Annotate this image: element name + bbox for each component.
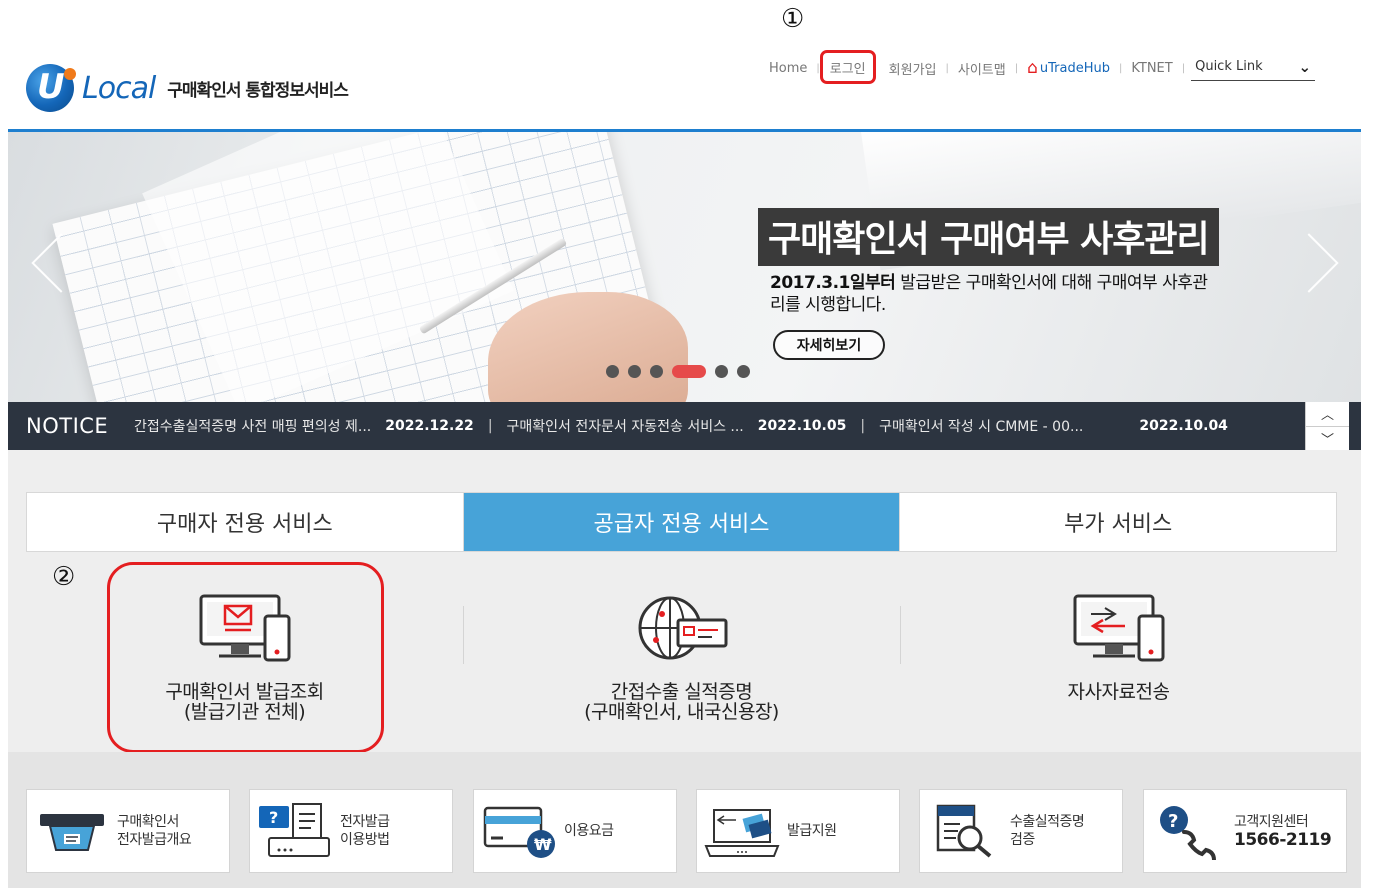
- main-banner: 구매확인서 구매여부 사후관리 2017.3.1일부터 발급받은 구매확인서에 …: [8, 132, 1361, 402]
- banner-next-arrow-icon[interactable]: [1298, 224, 1338, 304]
- slide-indicators: [606, 365, 750, 378]
- banner-desc-date: 2017.3.1일부터: [770, 273, 896, 293]
- slide-dot[interactable]: [628, 365, 641, 378]
- quick-text: 수출실적증명 검증: [1010, 813, 1085, 849]
- highlight-box: [107, 562, 384, 753]
- notice-item-date: 2022.10.05: [757, 418, 847, 434]
- quick-sublabel: 전자발급개요: [117, 832, 192, 848]
- chevron-up-icon[interactable]: ︿: [1306, 402, 1349, 426]
- notice-item-date: 2022.12.22: [385, 418, 474, 434]
- slide-dot[interactable]: [715, 365, 728, 378]
- tab-additional-service[interactable]: 부가 서비스: [900, 493, 1337, 551]
- notice-controls: ︿ ﹀: [1305, 402, 1349, 450]
- site-logo[interactable]: Local 구매확인서 통합정보서비스: [26, 64, 349, 112]
- header: Local 구매확인서 통합정보서비스 ① Home | 로그인 회원가입 | …: [0, 0, 1374, 132]
- service-sublabel: (구매확인서, 내국신용장): [584, 701, 779, 723]
- help-document-icon: ?: [250, 801, 340, 861]
- quick-label: 구매확인서: [117, 814, 179, 830]
- quick-text: 이용요금: [564, 822, 614, 840]
- slide-dot[interactable]: [650, 365, 663, 378]
- notice-item-title[interactable]: 간접수출실적증명 사전 매핑 편의성 제...: [134, 416, 371, 436]
- nav-utradehub-label: uTradeHub: [1039, 60, 1110, 76]
- slide-dot[interactable]: [737, 365, 750, 378]
- notice-items: 간접수출실적증명 사전 매핑 편의성 제... 2022.12.22 | 구매확…: [134, 416, 1228, 436]
- tab-buyer-service[interactable]: 구매자 전용 서비스: [27, 493, 464, 551]
- quick-export-verify[interactable]: 수출실적증명 검증: [919, 789, 1123, 873]
- globe-card-icon: [638, 596, 727, 660]
- nav-signup[interactable]: 회원가입: [880, 59, 946, 78]
- customer-phone-number: 1566-2119: [1234, 830, 1332, 850]
- quick-link-label: Quick Link: [1195, 59, 1263, 74]
- quick-sublabel: 이용방법: [340, 832, 390, 848]
- slide-dot-active[interactable]: [672, 365, 706, 378]
- laptop-transfer-icon: [697, 801, 787, 861]
- banner-title: 구매확인서 구매여부 사후관리: [758, 208, 1219, 266]
- card-terminal-icon: [27, 801, 117, 861]
- notice-bar: NOTICE 간접수출실적증명 사전 매핑 편의성 제... 2022.12.2…: [8, 402, 1361, 450]
- house-icon: ⌂: [1027, 58, 1038, 78]
- svg-text:₩: ₩: [534, 835, 552, 854]
- nav-utradehub[interactable]: ⌂ uTradeHub: [1018, 58, 1119, 78]
- banner-description: 2017.3.1일부터 발급받은 구매확인서에 대해 구매여부 사후관리를 시행…: [770, 272, 1210, 316]
- service-label: 자사자료전송: [1067, 681, 1170, 703]
- notice-item-date: 2022.10.04: [1139, 418, 1228, 434]
- detail-button[interactable]: 자세히보기: [773, 330, 885, 360]
- quick-text: 고객지원센터 1566-2119: [1234, 813, 1332, 850]
- quick-link-select[interactable]: Quick Link ⌄: [1191, 56, 1316, 81]
- logo-subtitle: 구매확인서 통합정보서비스: [167, 80, 349, 101]
- quick-sublabel: 검증: [1010, 832, 1035, 848]
- svg-text:?: ?: [1168, 811, 1178, 832]
- quick-menu: 구매확인서 전자발급개요 ? 전자발급 이용방법 ₩ 이용요금 발급지원 수출실…: [8, 752, 1361, 888]
- chevron-down-icon[interactable]: ﹀: [1306, 425, 1349, 451]
- service-label: 간접수출 실적증명: [610, 681, 753, 703]
- notice-separator: |: [487, 418, 493, 434]
- service-tabs: 구매자 전용 서비스 공급자 전용 서비스 부가 서비스: [26, 492, 1337, 552]
- service-indirect-export[interactable]: 간접수출 실적증명 (구매확인서, 내국신용장): [463, 590, 900, 740]
- quick-usage-method[interactable]: ? 전자발급 이용방법: [249, 789, 453, 873]
- slide-dot[interactable]: [606, 365, 619, 378]
- quick-text: 전자발급 이용방법: [340, 813, 390, 849]
- quick-label: 고객지원센터: [1234, 814, 1309, 830]
- quick-label: 이용요금: [564, 823, 614, 839]
- won-card-icon: ₩: [474, 801, 564, 861]
- chevron-down-icon: ⌄: [1298, 57, 1312, 76]
- notice-item-title[interactable]: 구매확인서 전자문서 자동전송 서비스 ...: [507, 416, 744, 436]
- service-own-data-transfer[interactable]: 자사자료전송: [900, 590, 1337, 740]
- quick-text: 발급지원: [787, 822, 837, 840]
- quick-fees[interactable]: ₩ 이용요금: [473, 789, 677, 873]
- login-highlight: 로그인: [819, 50, 876, 84]
- phone-help-icon: ?: [1144, 801, 1234, 861]
- nav-ktnet[interactable]: KTNET: [1122, 61, 1181, 76]
- nav-sitemap[interactable]: 사이트맵: [949, 59, 1015, 78]
- quick-customer-center[interactable]: ? 고객지원센터 1566-2119: [1143, 789, 1347, 873]
- u-logo-icon: [26, 64, 76, 112]
- quick-label: 발급지원: [787, 823, 837, 839]
- quick-label: 수출실적증명: [1010, 814, 1085, 830]
- banner-prev-arrow-icon[interactable]: [28, 224, 68, 304]
- quick-issue-support[interactable]: 발급지원: [696, 789, 900, 873]
- notice-label: NOTICE: [26, 414, 109, 438]
- nav-separator: |: [1181, 62, 1186, 74]
- quick-text: 구매확인서 전자발급개요: [117, 813, 192, 849]
- monitor-transfer-icon: [1073, 594, 1164, 662]
- nav-home[interactable]: Home: [760, 61, 816, 76]
- annotation-1: ①: [781, 4, 805, 34]
- annotation-2: ②: [52, 562, 76, 592]
- top-nav: Home | 로그인 회원가입 | 사이트맵 | ⌂ uTradeHub | K…: [760, 50, 1316, 84]
- document-search-icon: [920, 801, 1010, 861]
- svg-text:?: ?: [269, 808, 278, 827]
- quick-label: 전자발급: [340, 814, 390, 830]
- tab-supplier-service[interactable]: 공급자 전용 서비스: [463, 493, 901, 551]
- notice-separator: |: [860, 418, 866, 434]
- nav-login[interactable]: 로그인: [830, 58, 866, 77]
- notice-item-title[interactable]: 구매확인서 작성 시 CMME - 00...: [879, 416, 1083, 436]
- quick-issue-overview[interactable]: 구매확인서 전자발급개요: [26, 789, 230, 873]
- logo-word: Local: [82, 70, 156, 106]
